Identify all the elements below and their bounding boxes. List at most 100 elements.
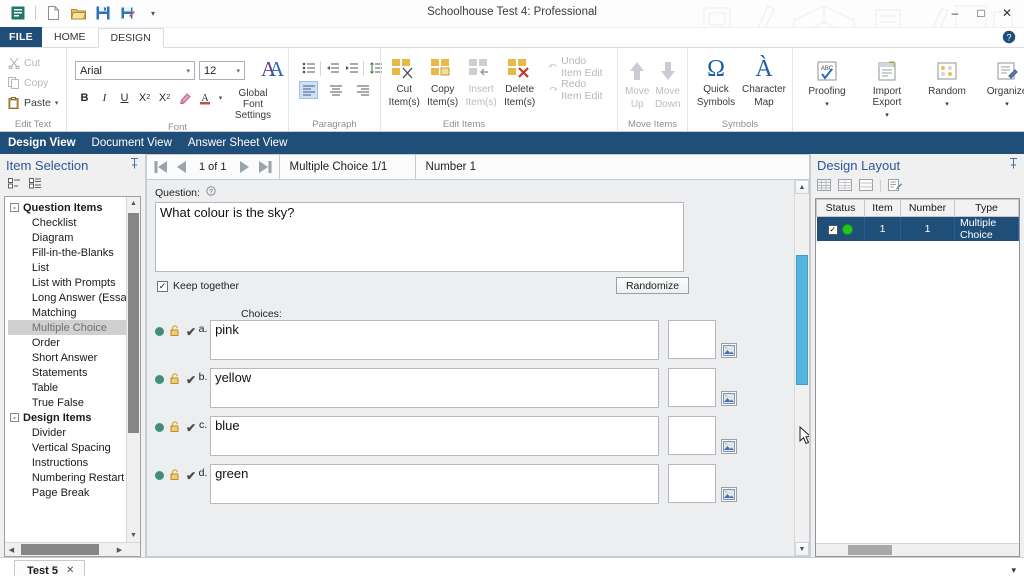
tree-node-list[interactable]: ⌐List [8,260,126,275]
tab-home[interactable]: HOME [42,27,98,47]
copy-button[interactable]: Copy [4,73,53,93]
choice-picture-browse-icon[interactable] [721,343,737,358]
tree-node-divider[interactable]: ⌐Divider [8,425,126,440]
italic-button[interactable]: I [95,88,114,107]
help-icon[interactable]: ? [1002,30,1016,47]
view-tab-design[interactable]: Design View [8,137,76,149]
lock-icon[interactable] [170,421,180,435]
scroll-up-arrow[interactable]: ▲ [127,197,140,210]
design-layout-row[interactable]: ✓11Multiple Choice [817,217,1019,242]
font-color-dropdown-icon[interactable]: ▾ [215,88,226,107]
grid-view-1-icon[interactable] [817,179,831,194]
organize-dropdown-icon[interactable]: ▾ [1005,99,1009,110]
bold-button[interactable]: B [75,88,94,107]
copy-items-button[interactable]: Copy Item(s) [423,53,461,111]
close-button[interactable]: ✕ [994,2,1020,24]
choice-status-dot[interactable] [155,375,164,384]
edit-pane-scroll-up-arrow[interactable]: ▲ [795,180,809,194]
grid-view-3-icon[interactable] [859,179,873,194]
item-type-tree[interactable]: -Question Items⌐Checklist⌐Diagram⌐Fill-i… [4,196,141,557]
lock-icon[interactable] [170,373,180,387]
document-tabs-overflow-icon[interactable]: ▾ [1011,565,1016,576]
tree-node-fill-in-the-blanks[interactable]: ⌐Fill-in-the-Blanks [8,245,126,260]
align-left-button[interactable] [299,81,318,99]
global-font-settings-label[interactable]: Global Font Settings [228,88,278,121]
keep-together-checkbox[interactable]: ✓ [157,281,168,292]
font-size-combo[interactable]: 12 ▾ [199,61,245,80]
tree-node-matching[interactable]: ⌐Matching [8,305,126,320]
tree-node-multiple-choice[interactable]: ⌐Multiple Choice [8,320,126,335]
quick-symbols-button[interactable]: Ω Quick Symbols [692,53,740,111]
view-tab-document[interactable]: Document View [92,137,172,149]
edit-layout-icon[interactable] [888,179,902,194]
tree-node-list-with-prompts[interactable]: ⌐List with Prompts [8,275,126,290]
close-icon[interactable]: ✕ [66,565,74,576]
row-status-cell[interactable]: ✓ [817,217,865,242]
tree-node-vertical-spacing[interactable]: ⌐Vertical Spacing [8,440,126,455]
proofing-button[interactable]: ABC Proofing ▾ [797,55,857,113]
tree-node-statements[interactable]: ⌐Statements [8,365,126,380]
redo-item-edit-button[interactable]: Redo Item Edit [545,80,613,100]
design-layout-column-number[interactable]: Number [901,200,955,217]
tree-node-long-answer-essay[interactable]: ⌐Long Answer (Essay) [8,290,126,305]
choice-correct-icon[interactable]: ✔ [186,469,196,483]
move-up-button[interactable]: Move Up [622,55,653,113]
tree-node-table[interactable]: ⌐Table [8,380,126,395]
grid-view-2-icon[interactable] [838,179,852,194]
choice-picture-preview[interactable] [668,368,716,407]
tab-file[interactable]: FILE [0,27,42,47]
tree-node-checklist[interactable]: ⌐Checklist [8,215,126,230]
tree-node-order[interactable]: ⌐Order [8,335,126,350]
tree-expander[interactable]: - [10,203,19,212]
paste-dropdown-icon[interactable]: ▾ [55,99,59,107]
view-tab-answer-sheet[interactable]: Answer Sheet View [188,137,288,149]
edit-pane-scroll-thumb[interactable] [796,255,808,385]
lock-icon[interactable] [170,325,180,339]
keep-together-row[interactable]: ✓ Keep together [157,280,239,292]
next-item-icon[interactable] [238,160,251,174]
last-item-icon[interactable] [257,160,273,174]
design-layout-column-item[interactable]: Item [865,200,901,217]
choice-picture-preview[interactable] [668,464,716,503]
tree-node-page-break[interactable]: ⌐Page Break [8,485,126,500]
tree-node-instructions[interactable]: ⌐Instructions [8,455,126,470]
bullet-list-button[interactable] [299,59,318,77]
choice-picture-browse-icon[interactable] [721,391,737,406]
choice-correct-icon[interactable]: ✔ [186,421,196,435]
choice-picture-preview[interactable] [668,320,716,359]
choice-status-dot[interactable] [155,327,164,336]
tree-expander[interactable]: - [10,413,19,422]
tab-design[interactable]: DESIGN [98,28,164,48]
tree-vscroll-thumb[interactable] [128,213,139,433]
question-help-icon[interactable]: ? [206,187,216,199]
design-layout-column-type[interactable]: Type [955,200,1019,217]
superscript-button[interactable]: X2 [155,88,174,107]
document-tab-test5[interactable]: Test 5 ✕ [14,560,85,576]
move-down-button[interactable]: Move Down [653,55,684,113]
character-map-button[interactable]: À Character Map [740,53,788,111]
random-dropdown-icon[interactable]: ▾ [945,99,949,110]
choice-text-input[interactable]: blue [210,416,659,456]
row-status-checkbox[interactable]: ✓ [828,225,838,235]
design-layout-hscroll-thumb[interactable] [848,545,892,555]
tree-node-true-false[interactable]: ⌐True False [8,395,126,410]
cut-button[interactable]: Cut [4,53,44,73]
undo-item-edit-button[interactable]: Undo Item Edit [545,57,613,77]
randomize-button[interactable]: Randomize [616,277,689,294]
pin-icon[interactable] [130,158,139,172]
organize-button[interactable]: Organize ▾ [977,55,1024,113]
align-right-button[interactable] [353,81,372,99]
tree-vertical-scrollbar[interactable]: ▲ ▼ [126,197,140,542]
tree-horizontal-scrollbar[interactable]: ◀ ▶ [5,542,140,556]
choice-text-input[interactable]: yellow [210,368,659,408]
choice-text-input[interactable]: green [210,464,659,504]
import-export-dropdown-icon[interactable]: ▾ [885,110,889,121]
insert-items-button[interactable]: Insert Item(s) [462,53,500,111]
choice-picture-preview[interactable] [668,416,716,455]
expand-all-icon[interactable] [8,178,21,192]
tree-node-short-answer[interactable]: ⌐Short Answer [8,350,126,365]
cut-items-button[interactable]: Cut Item(s) [385,53,423,111]
choice-picture-browse-icon[interactable] [721,487,737,502]
design-layout-hscrollbar[interactable] [816,543,1019,556]
scroll-left-arrow[interactable]: ◀ [5,543,18,556]
